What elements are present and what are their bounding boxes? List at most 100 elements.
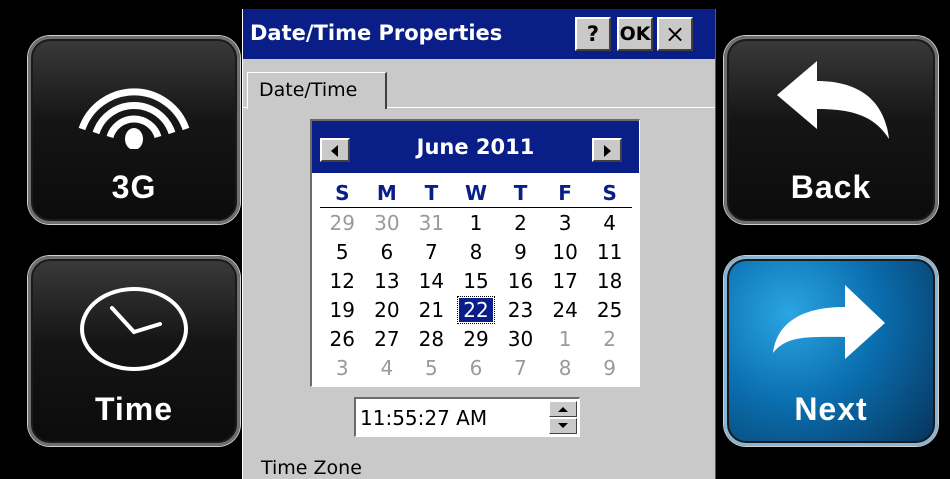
calendar-day[interactable]: 21 bbox=[409, 296, 454, 325]
calendar-day[interactable]: 20 bbox=[365, 296, 410, 325]
time-button[interactable]: Time bbox=[28, 256, 240, 446]
calendar-day-number: 14 bbox=[418, 269, 445, 293]
next-arrow-icon bbox=[773, 285, 885, 359]
calendar-day[interactable]: 29 bbox=[454, 325, 499, 354]
dialog-titlebar[interactable]: Date/Time Properties ? OK × bbox=[243, 9, 715, 59]
time-spinner[interactable] bbox=[549, 401, 577, 434]
calendar-day[interactable]: 24 bbox=[543, 296, 588, 325]
calendar-day-number: 7 bbox=[425, 240, 438, 264]
spin-down-button[interactable] bbox=[549, 418, 577, 434]
3g-button[interactable]: 3G bbox=[28, 36, 240, 224]
calendar-day[interactable]: 3 bbox=[543, 209, 588, 238]
calendar-day-number: 11 bbox=[596, 240, 623, 264]
calendar-day[interactable]: 23 bbox=[498, 296, 543, 325]
calendar-week-row: 12 13 14 15 16 17 18 bbox=[320, 267, 632, 296]
calendar-day-number: 6 bbox=[469, 356, 483, 380]
calendar-day[interactable]: 1 bbox=[454, 209, 499, 238]
calendar-day-number: 6 bbox=[380, 240, 394, 264]
calendar-day[interactable]: 16 bbox=[498, 267, 543, 296]
calendar-day[interactable]: 5 bbox=[320, 238, 365, 267]
calendar-day-number: 30 bbox=[374, 211, 400, 235]
calendar-day[interactable]: 7 bbox=[409, 238, 454, 267]
weekday-label: F bbox=[558, 181, 572, 205]
calendar-header: June 2011 bbox=[312, 121, 639, 173]
calendar-day[interactable]: 3 bbox=[320, 354, 365, 383]
calendar-day[interactable]: 25 bbox=[587, 296, 632, 325]
calendar-day[interactable]: 15 bbox=[454, 267, 499, 296]
calendar-week-row: 19 20 21 22 23 24 25 bbox=[320, 296, 632, 325]
calendar-day[interactable]: 28 bbox=[409, 325, 454, 354]
calendar-day[interactable]: 11 bbox=[587, 238, 632, 267]
weekday-header: SMTWTFS bbox=[320, 179, 632, 208]
calendar-day[interactable]: 14 bbox=[409, 267, 454, 296]
calendar-day-selected[interactable]: 22 bbox=[454, 296, 499, 325]
back-label: Back bbox=[790, 169, 872, 205]
calendar-day[interactable]: 9 bbox=[498, 238, 543, 267]
triangle-right-icon bbox=[604, 145, 611, 157]
calendar-day-number: 29 bbox=[329, 211, 355, 235]
next-month-button[interactable] bbox=[592, 138, 622, 162]
calendar-day[interactable]: 4 bbox=[587, 209, 632, 238]
calendar-day[interactable]: 4 bbox=[365, 354, 410, 383]
calendar-day-number: 26 bbox=[329, 327, 355, 351]
calendar-day-number: 28 bbox=[418, 327, 445, 351]
timezone-label: Time Zone bbox=[261, 457, 362, 479]
calendar-day[interactable]: 17 bbox=[543, 267, 588, 296]
calendar-day[interactable]: 5 bbox=[409, 354, 454, 383]
calendar-day[interactable]: 7 bbox=[498, 354, 543, 383]
calendar-day[interactable]: 9 bbox=[587, 354, 632, 383]
calendar-day[interactable]: 30 bbox=[365, 209, 410, 238]
calendar-day[interactable]: 8 bbox=[543, 354, 588, 383]
calendar-day[interactable]: 8 bbox=[454, 238, 499, 267]
calendar-day-number: 30 bbox=[507, 327, 534, 351]
calendar-day[interactable]: 2 bbox=[587, 325, 632, 354]
calendar-day-number: 4 bbox=[603, 211, 617, 235]
ok-button[interactable]: OK bbox=[617, 17, 653, 51]
calendar-day[interactable]: 30 bbox=[498, 325, 543, 354]
calendar-day[interactable]: 10 bbox=[543, 238, 588, 267]
calendar-day-number: 23 bbox=[507, 298, 534, 322]
time-picker[interactable] bbox=[354, 397, 580, 437]
calendar-week-row: 3 4 5 6 7 8 9 bbox=[320, 354, 632, 383]
weekday-label: S bbox=[335, 181, 350, 205]
time-input[interactable] bbox=[360, 405, 550, 431]
close-button[interactable]: × bbox=[657, 17, 693, 51]
calendar-day[interactable]: 19 bbox=[320, 296, 365, 325]
calendar-day-number: 27 bbox=[374, 327, 400, 351]
weekday-label: S bbox=[602, 181, 617, 205]
help-button[interactable]: ? bbox=[575, 17, 611, 51]
calendar-day[interactable]: 26 bbox=[320, 325, 365, 354]
calendar-day-number: 15 bbox=[463, 269, 489, 293]
calendar-day[interactable]: 6 bbox=[365, 238, 410, 267]
back-button[interactable]: Back bbox=[724, 36, 938, 224]
calendar-day[interactable]: 12 bbox=[320, 267, 365, 296]
calendar-day-number: 19 bbox=[329, 298, 355, 322]
calendar-day[interactable]: 29 bbox=[320, 209, 365, 238]
tab-date-time[interactable]: Date/Time bbox=[247, 72, 387, 109]
calendar-day[interactable]: 13 bbox=[365, 267, 410, 296]
calendar-day-number: 16 bbox=[507, 269, 534, 293]
calendar-week-row: 5 6 7 8 9 10 11 bbox=[320, 238, 632, 267]
calendar-day-number: 7 bbox=[514, 356, 527, 380]
calendar-day-number: 5 bbox=[425, 356, 438, 380]
calendar-day-number: 21 bbox=[418, 298, 445, 322]
calendar-day-number: 3 bbox=[558, 211, 572, 235]
datetime-dialog: Date/Time Properties ? OK × Date/Time Ju… bbox=[242, 9, 716, 479]
calendar-day-number: 12 bbox=[329, 269, 355, 293]
back-arrow-icon bbox=[777, 61, 889, 139]
month-label[interactable]: June 2011 bbox=[362, 135, 589, 159]
spin-up-button[interactable] bbox=[549, 401, 577, 417]
calendar-day[interactable]: 2 bbox=[498, 209, 543, 238]
calendar-day-number: 1 bbox=[558, 327, 572, 351]
calendar-day-number: 17 bbox=[552, 269, 578, 293]
next-label: Next bbox=[794, 391, 868, 427]
calendar-day[interactable]: 27 bbox=[365, 325, 410, 354]
calendar-day[interactable]: 31 bbox=[409, 209, 454, 238]
prev-month-button[interactable] bbox=[320, 138, 350, 162]
3g-label: 3G bbox=[111, 169, 157, 205]
calendar-day[interactable]: 1 bbox=[543, 325, 588, 354]
calendar-day-number: 5 bbox=[335, 240, 349, 264]
calendar-day[interactable]: 6 bbox=[454, 354, 499, 383]
calendar-day[interactable]: 18 bbox=[587, 267, 632, 296]
next-button[interactable]: Next bbox=[724, 256, 938, 446]
